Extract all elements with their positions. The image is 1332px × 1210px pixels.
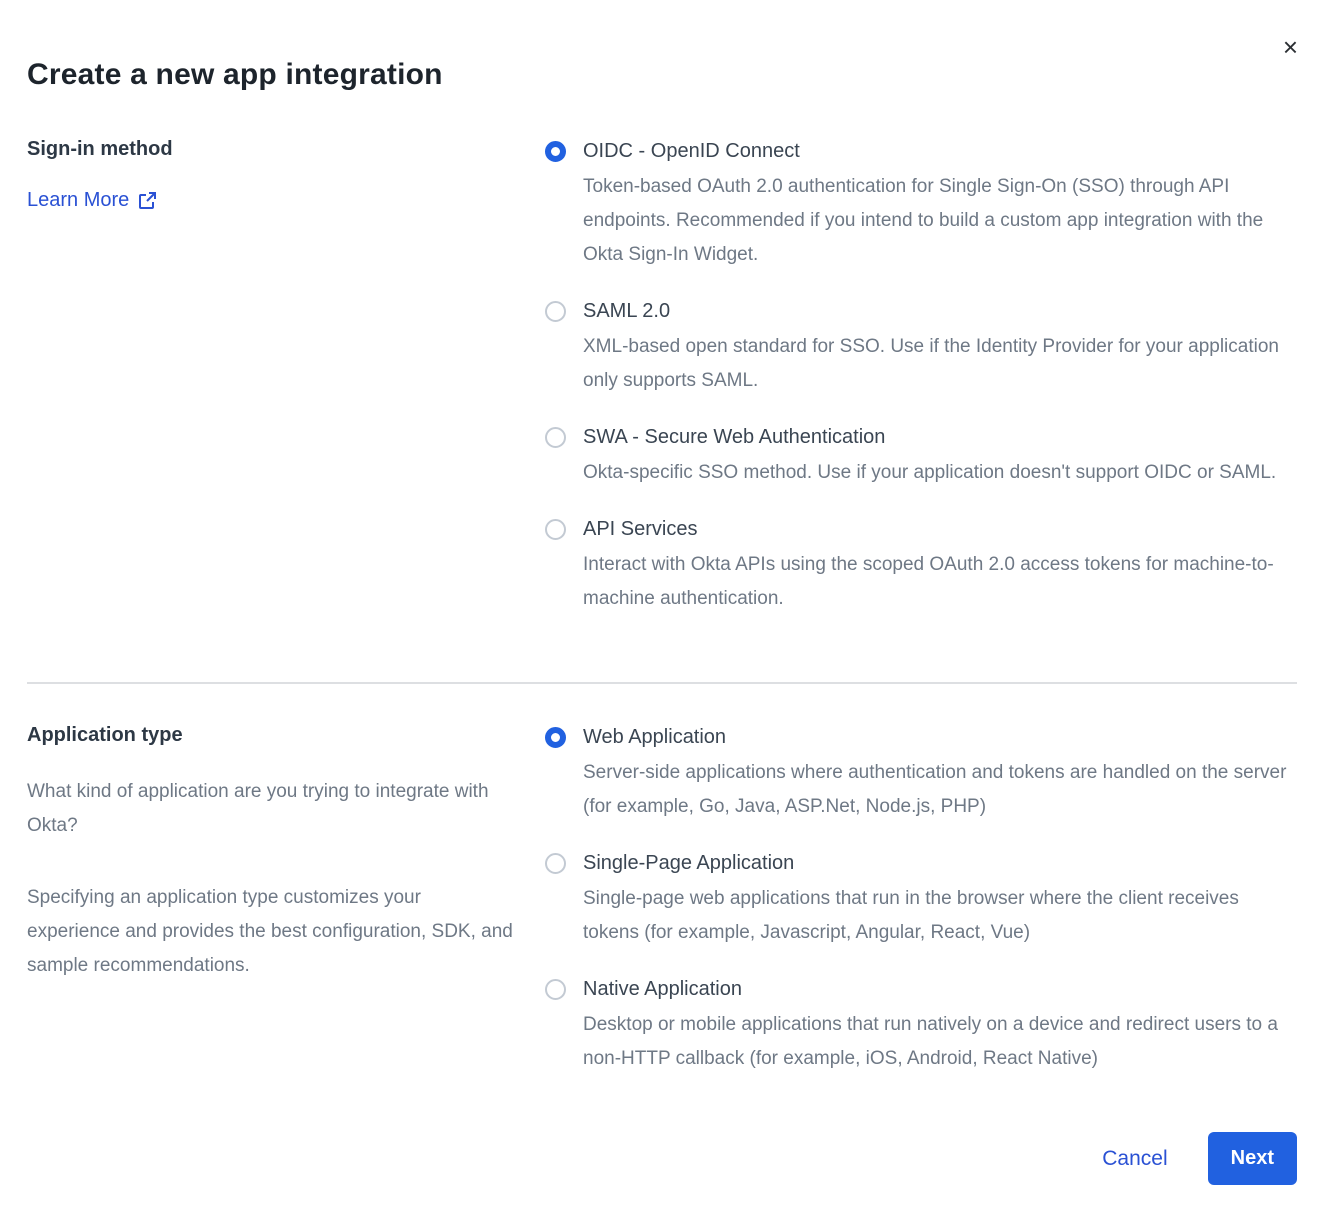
signin-method-section: Sign-in method Learn More OIDC - OpenID … [27,138,1297,616]
radio-saml[interactable] [545,301,566,322]
option-native-application-description: Desktop or mobile applications that run … [583,1008,1297,1076]
option-saml[interactable]: SAML 2.0 XML-based open standard for SSO… [545,298,1297,398]
application-type-left-col: Application type What kind of applicatio… [27,724,545,983]
close-icon[interactable]: × [1283,34,1298,60]
application-type-question: What kind of application are you trying … [27,775,515,843]
external-link-icon [138,191,157,210]
radio-native-application[interactable] [545,979,566,1000]
option-oidc-label[interactable]: OIDC - OpenID Connect [583,138,1297,164]
option-swa-label[interactable]: SWA - Secure Web Authentication [583,424,1297,450]
option-single-page-application[interactable]: Single-Page Application Single-page web … [545,850,1297,950]
next-button[interactable]: Next [1208,1132,1297,1185]
signin-method-options: OIDC - OpenID Connect Token-based OAuth … [545,138,1297,616]
cancel-button[interactable]: Cancel [1102,1147,1167,1171]
option-web-application-description: Server-side applications where authentic… [583,756,1297,824]
option-native-application-body: Native Application Desktop or mobile app… [583,976,1297,1076]
option-web-application-body: Web Application Server-side applications… [583,724,1297,824]
option-swa[interactable]: SWA - Secure Web Authentication Okta-spe… [545,424,1297,490]
radio-oidc[interactable] [545,141,566,162]
option-single-page-application-label[interactable]: Single-Page Application [583,850,1297,876]
option-api-services-label[interactable]: API Services [583,516,1297,542]
application-type-options: Web Application Server-side applications… [545,724,1297,1076]
radio-single-page-application[interactable] [545,853,566,874]
option-api-services[interactable]: API Services Interact with Okta APIs usi… [545,516,1297,616]
option-saml-label[interactable]: SAML 2.0 [583,298,1297,324]
option-api-services-body: API Services Interact with Okta APIs usi… [583,516,1297,616]
option-web-application[interactable]: Web Application Server-side applications… [545,724,1297,824]
learn-more-label: Learn More [27,189,129,212]
option-web-application-label[interactable]: Web Application [583,724,1297,750]
radio-api-services[interactable] [545,519,566,540]
application-type-explanation: Specifying an application type customize… [27,881,515,983]
application-type-section: Application type What kind of applicatio… [27,724,1297,1076]
application-type-heading: Application type [27,724,515,747]
section-divider [27,682,1297,684]
option-single-page-application-description: Single-page web applications that run in… [583,882,1297,950]
option-saml-description: XML-based open standard for SSO. Use if … [583,330,1297,398]
dialog-footer: Cancel Next [27,1132,1297,1185]
option-api-services-description: Interact with Okta APIs using the scoped… [583,548,1297,616]
option-native-application-label[interactable]: Native Application [583,976,1297,1002]
option-native-application[interactable]: Native Application Desktop or mobile app… [545,976,1297,1076]
option-swa-description: Okta-specific SSO method. Use if your ap… [583,456,1297,490]
option-oidc[interactable]: OIDC - OpenID Connect Token-based OAuth … [545,138,1297,272]
signin-method-left-col: Sign-in method Learn More [27,138,545,212]
option-swa-body: SWA - Secure Web Authentication Okta-spe… [583,424,1297,490]
option-oidc-description: Token-based OAuth 2.0 authentication for… [583,170,1297,272]
learn-more-link[interactable]: Learn More [27,189,157,212]
option-single-page-application-body: Single-Page Application Single-page web … [583,850,1297,950]
option-saml-body: SAML 2.0 XML-based open standard for SSO… [583,298,1297,398]
radio-web-application[interactable] [545,727,566,748]
radio-swa[interactable] [545,427,566,448]
create-app-integration-dialog: × Create a new app integration Sign-in m… [0,0,1332,1185]
dialog-title: Create a new app integration [27,58,1297,92]
signin-method-heading: Sign-in method [27,138,515,161]
option-oidc-body: OIDC - OpenID Connect Token-based OAuth … [583,138,1297,272]
